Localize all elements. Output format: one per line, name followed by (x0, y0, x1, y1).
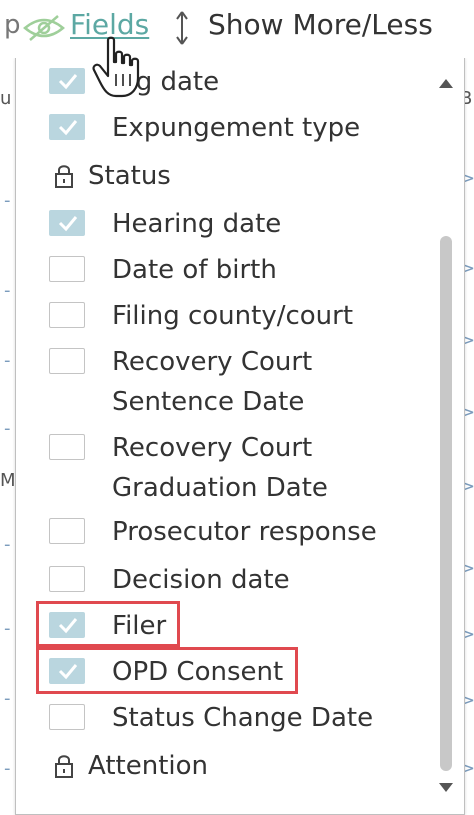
fields-dropdown: ing date Expungement type Status Hearing… (15, 57, 465, 815)
toolbar: p Fields Show More/Less (0, 0, 474, 58)
scroll-up-arrow-icon[interactable] (436, 75, 456, 91)
hand-pointer-icon (92, 36, 140, 98)
field-option-label: Expungement type (112, 113, 361, 143)
scroll-down-arrow-icon[interactable] (436, 780, 456, 796)
lock-icon (55, 165, 73, 188)
show-more-less-button[interactable]: Show More/Less (208, 8, 433, 41)
checkbox[interactable] (49, 114, 85, 140)
checkbox[interactable] (49, 518, 85, 544)
background-table-left-edge: u - - - - M - - - - (0, 88, 16, 779)
field-option-label: Date of birth (112, 255, 277, 285)
check-icon (58, 120, 78, 136)
checkbox[interactable] (49, 704, 85, 730)
field-option-label: Status Change Date (112, 703, 374, 733)
checkbox[interactable] (49, 348, 85, 374)
checkbox[interactable] (49, 210, 85, 236)
field-option-label: Decision date (112, 565, 290, 595)
checkbox[interactable] (49, 566, 85, 592)
field-option-label-line-1: Recovery Court (112, 433, 313, 463)
lock-icon (55, 755, 73, 778)
checkbox[interactable] (49, 68, 85, 94)
field-option-label-line-1: Recovery Court (112, 347, 313, 377)
highlight-box-opd-consent (36, 647, 298, 694)
highlight-box-filer (36, 601, 180, 647)
scrollbar-thumb[interactable] (440, 236, 452, 771)
check-icon (58, 74, 78, 90)
field-option-label: Filing county/court (112, 301, 354, 331)
check-icon (58, 216, 78, 232)
group-header-label: Attention (88, 751, 208, 781)
checkbox[interactable] (49, 434, 85, 460)
truncated-toolbar-text: p (4, 10, 21, 40)
field-option-label-line-2: Graduation Date (112, 473, 328, 503)
field-option-label-line-2: Sentence Date (112, 387, 305, 417)
checkbox[interactable] (49, 256, 85, 282)
field-option-label: Hearing date (112, 209, 282, 239)
eye-slash-icon[interactable] (22, 14, 66, 42)
field-option-label: Prosecutor response (112, 517, 377, 547)
checkbox[interactable] (49, 302, 85, 328)
group-header-label: Status (88, 161, 171, 191)
arrows-up-down-icon[interactable] (171, 10, 193, 46)
